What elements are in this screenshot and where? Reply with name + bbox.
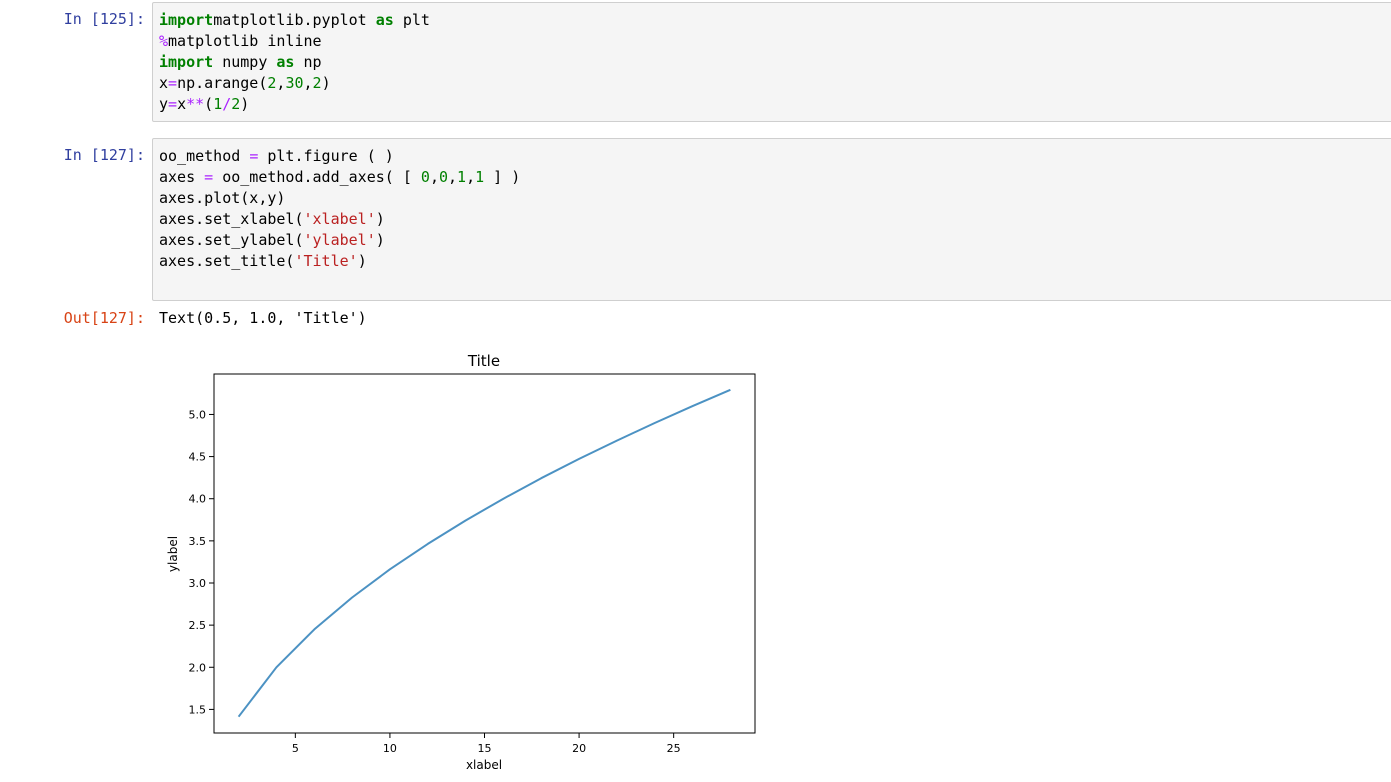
y-tick-label: 1.5 <box>189 703 207 716</box>
x-tick-label: 25 <box>667 742 681 755</box>
cell-1-code[interactable]: importmatplotlib.pyplot as plt %matplotl… <box>153 3 1391 115</box>
output-prompt: Out[127]: <box>63 309 145 327</box>
cell-2-code[interactable]: oo_method = plt.figure ( ) axes = oo_met… <box>153 139 1391 272</box>
cell-1-code-editor[interactable]: importmatplotlib.pyplot as plt %matplotl… <box>152 2 1391 122</box>
y-tick-label: 2.5 <box>189 619 207 632</box>
output-text: Text(0.5, 1.0, 'Title') <box>159 309 367 327</box>
x-tick-label: 5 <box>292 742 299 755</box>
y-tick-label: 4.0 <box>189 493 207 506</box>
y-axis-label: ylabel <box>166 536 180 572</box>
line-chart: 5 10 15 20 251.52.02.53.03.54.04.55.0 Title … <box>166 352 756 772</box>
chart-title: Title <box>467 352 500 370</box>
x-tick-label: 20 <box>572 742 586 755</box>
cell-2-prompt: In [127]: <box>63 146 145 164</box>
y-tick-label: 3.0 <box>189 577 207 590</box>
cell-2-code-editor[interactable]: oo_method = plt.figure ( ) axes = oo_met… <box>152 138 1391 301</box>
plot-area <box>213 373 756 734</box>
y-tick-label: 2.0 <box>189 661 207 674</box>
y-tick-label: 3.5 <box>189 535 207 548</box>
x-axis-label: xlabel <box>466 758 502 772</box>
y-tick-label: 4.5 <box>189 451 207 464</box>
x-tick-label: 15 <box>478 742 492 755</box>
x-tick-label: 10 <box>383 742 397 755</box>
cell-1-prompt: In [125]: <box>63 10 145 28</box>
y-tick-label: 5.0 <box>189 408 207 421</box>
